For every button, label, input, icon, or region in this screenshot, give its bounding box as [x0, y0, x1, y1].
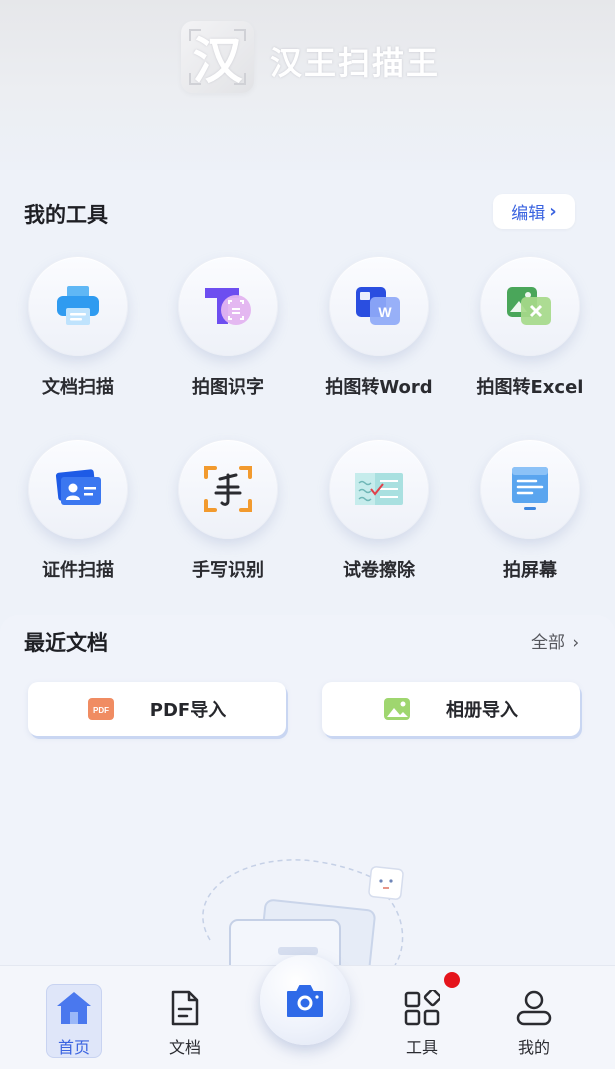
tool-circle — [480, 439, 580, 539]
album-import-label: 相册导入 — [446, 700, 518, 721]
album-icon — [384, 698, 410, 720]
view-all-link[interactable]: 全部 › — [531, 628, 579, 653]
screen-capture-icon — [512, 467, 548, 510]
chevron-right-icon: › — [549, 201, 557, 222]
camera-button[interactable] — [260, 955, 350, 1045]
paper-erase-icon — [355, 473, 403, 505]
tab-mine[interactable]: 我的 — [499, 966, 569, 1069]
edit-button[interactable]: 编辑 › — [493, 194, 575, 229]
view-all-label: 全部 — [531, 633, 565, 653]
tool-circle — [178, 439, 278, 539]
app-title: 汉王扫描王 — [270, 44, 441, 82]
tab-documents-label: 文档 — [168, 1038, 201, 1057]
tab-documents[interactable]: 文档 — [150, 966, 220, 1069]
album-import-button[interactable]: 相册导入 — [322, 682, 580, 736]
tab-tools-label: 工具 — [405, 1038, 438, 1057]
tab-mine-label: 我的 — [517, 1038, 550, 1057]
user-icon — [516, 990, 552, 1026]
printer-icon — [57, 286, 99, 325]
camera-icon — [287, 985, 323, 1017]
app-header: 汉 汉王扫描王 — [0, 0, 615, 170]
word-icon: W — [356, 287, 400, 325]
tool-circle: W — [329, 256, 429, 356]
tool-circle — [28, 256, 128, 356]
tool-handwriting[interactable]: 手写识别 — [158, 439, 298, 582]
pdf-icon: PDF — [87, 698, 114, 720]
tool-label: 拍屏幕 — [503, 560, 557, 581]
excel-icon — [507, 287, 551, 325]
tool-photo-to-word[interactable]: W 拍图转Word — [309, 256, 449, 399]
tools-section-title: 我的工具 — [24, 203, 108, 227]
tools-notification-badge — [444, 972, 460, 988]
tool-label: 拍图转Excel — [476, 377, 584, 398]
empty-documents-illustration — [202, 859, 404, 965]
pdf-icon-text: PDF — [93, 706, 109, 715]
recent-section-title: 最近文档 — [24, 631, 108, 655]
tab-home[interactable]: 首页 — [39, 966, 109, 1069]
home-icon — [57, 992, 91, 1024]
tool-circle — [178, 256, 278, 356]
tool-paper-erase[interactable]: 试卷擦除 — [309, 439, 449, 582]
handwriting-icon — [204, 466, 252, 512]
tool-label: 拍图转Word — [325, 377, 433, 398]
document-icon — [171, 990, 199, 1026]
tool-label: 手写识别 — [192, 560, 264, 581]
tool-label: 证件扫描 — [42, 560, 114, 581]
text-recognition-icon — [205, 288, 251, 325]
tool-circle — [480, 256, 580, 356]
tool-id-scan[interactable]: 证件扫描 — [8, 439, 148, 582]
edit-button-label: 编辑 — [511, 204, 546, 224]
tool-screen-capture[interactable]: 拍屏幕 — [460, 439, 600, 582]
pdf-import-label: PDF导入 — [149, 700, 227, 721]
tool-photo-to-excel[interactable]: 拍图转Excel — [460, 256, 600, 399]
pdf-import-button[interactable]: PDF PDF导入 — [28, 682, 286, 736]
svg-text:W: W — [378, 304, 392, 320]
tool-label: 试卷擦除 — [343, 560, 415, 581]
tool-doc-scan[interactable]: 文档扫描 — [8, 256, 148, 399]
chevron-right-icon: › — [572, 633, 580, 653]
tool-label: 拍图识字 — [192, 377, 264, 398]
tab-home-label: 首页 — [57, 1038, 90, 1057]
app-logo: 汉 — [181, 21, 254, 93]
tool-circle — [28, 439, 128, 539]
tool-text-recognition[interactable]: 拍图识字 — [158, 256, 298, 399]
tool-label: 文档扫描 — [42, 377, 114, 398]
tool-circle — [329, 439, 429, 539]
grid-tools-icon — [404, 990, 440, 1026]
id-card-icon — [55, 469, 101, 505]
